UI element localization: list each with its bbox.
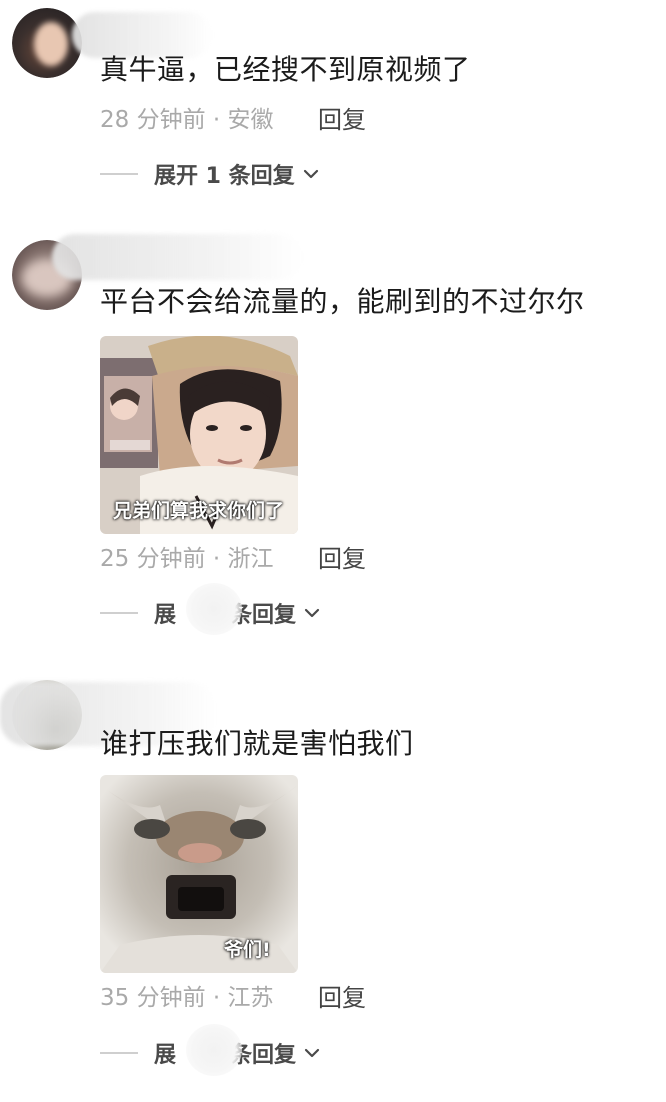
expand-replies-label-start: 展: [154, 1043, 177, 1068]
expand-replies-label-start: 展: [154, 603, 177, 628]
sticker-caption: 兄弟们算我求你们了: [113, 500, 285, 522]
comment-time: 28 分钟前: [100, 107, 206, 133]
chevron-down-icon: [304, 608, 320, 618]
comment-list: 真牛逼，已经搜不到原视频了 28 分钟前 · 安徽 回复 展开 1 条回复 平台…: [0, 0, 666, 1102]
expand-replies-button[interactable]: 展开 1 条回复: [100, 157, 321, 191]
comment-text: 平台不会给流量的，能刷到的不过尔尔: [100, 285, 585, 318]
sticker-caption: 爷们!: [224, 939, 271, 961]
divider: [100, 173, 138, 175]
divider: [100, 612, 138, 614]
sticker-image[interactable]: 爷们!: [100, 775, 298, 973]
chevron-down-icon: [303, 169, 318, 179]
comment-location: 江苏: [227, 985, 274, 1011]
redaction-mask: [186, 583, 242, 635]
comment-text: 谁打压我们就是害怕我们: [100, 727, 414, 760]
comment-meta: 25 分钟前 · 浙江 回复: [100, 545, 366, 573]
reply-button[interactable]: 回复: [318, 543, 366, 575]
username-redacted: [52, 234, 302, 280]
reply-button[interactable]: 回复: [318, 982, 366, 1014]
comment-time: 35 分钟前: [100, 985, 206, 1011]
sticker-image[interactable]: 兄弟们算我求你们了: [100, 336, 298, 534]
comment-meta: 35 分钟前 · 江苏 回复: [100, 984, 366, 1012]
divider: [100, 1052, 138, 1054]
expand-replies-label: 展开 1 条回复: [154, 164, 295, 189]
reply-button[interactable]: 回复: [318, 104, 366, 136]
redaction-mask: [186, 1024, 242, 1076]
comment-text: 真牛逼，已经搜不到原视频了: [100, 53, 471, 86]
chevron-down-icon: [304, 1048, 320, 1058]
comment-time: 25 分钟前: [100, 546, 206, 572]
comment-location: 安徽: [227, 107, 274, 133]
avatar[interactable]: [12, 8, 82, 78]
comment-location: 浙江: [227, 546, 274, 572]
comment-meta: 28 分钟前 · 安徽 回复: [100, 106, 366, 134]
